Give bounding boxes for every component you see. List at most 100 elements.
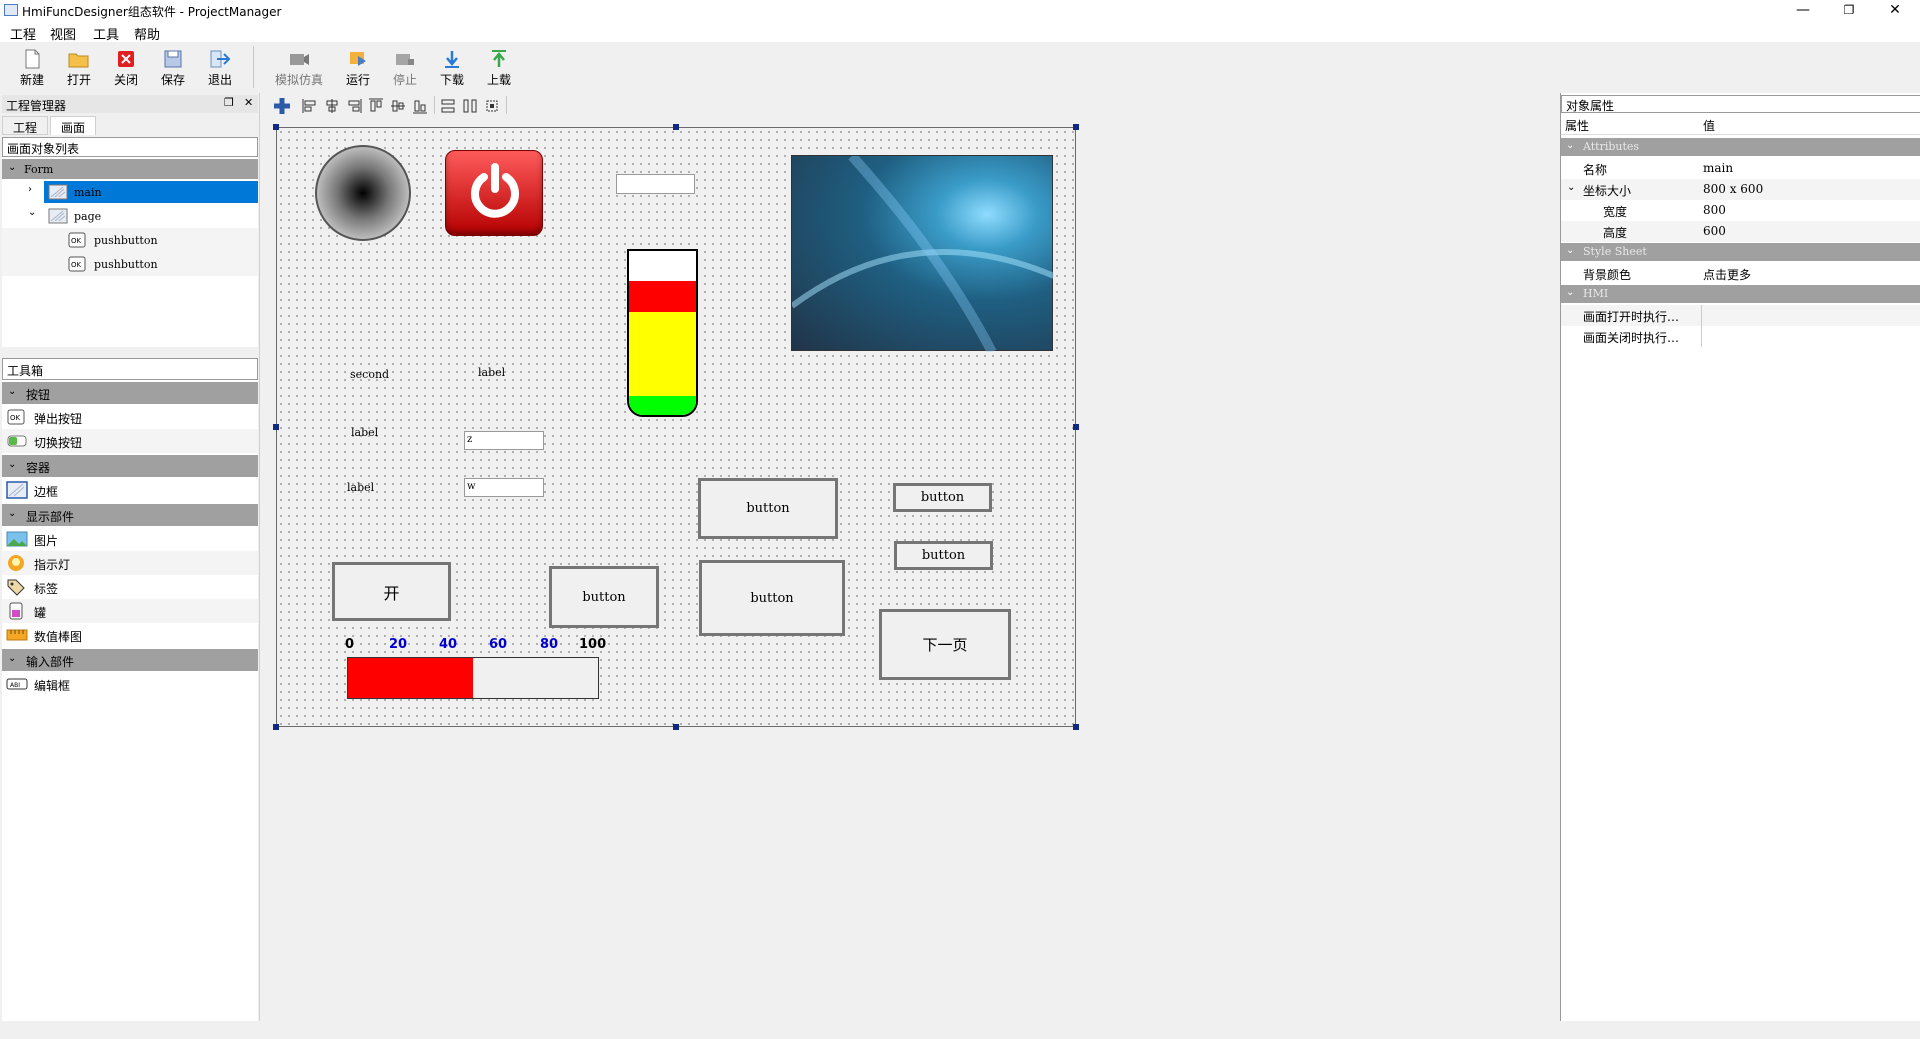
resize-handle[interactable]	[1073, 724, 1079, 730]
menu-project[interactable]: 工程	[10, 24, 36, 43]
prop-row-height[interactable]: 高度 600	[1561, 221, 1920, 242]
toolbox-section-containers[interactable]: ⌄ 容器	[2, 455, 258, 477]
toolbox-item-toggle-button[interactable]: 切换按钮	[2, 429, 258, 453]
item-label: 弹出按钮	[34, 412, 83, 426]
next-page-button[interactable]: 下一页	[879, 609, 1011, 680]
same-size-icon[interactable]	[484, 98, 500, 114]
bar-graph-widget[interactable]	[347, 657, 599, 699]
tree-item-pushbutton[interactable]: OK pushbutton	[2, 228, 258, 252]
group-stylesheet[interactable]: ⌄ Style Sheet	[1561, 243, 1920, 261]
prop-row-on-close[interactable]: 画面关闭时执行…	[1561, 326, 1920, 347]
align-left-icon[interactable]	[302, 98, 318, 114]
resize-handle[interactable]	[273, 424, 279, 430]
resize-handle[interactable]	[1073, 424, 1079, 430]
tree-item-label: pushbutton	[94, 258, 158, 271]
open-button[interactable]: 打开	[57, 46, 101, 92]
toolbox-item-edit-box[interactable]: ABI 编辑框	[2, 672, 258, 696]
tree-root-row[interactable]: ⌄ Form	[2, 159, 258, 179]
tab-screens[interactable]: 画面	[50, 116, 97, 135]
label-widget: label	[478, 366, 506, 379]
group-attributes[interactable]: ⌄ Attributes	[1561, 138, 1920, 156]
menu-tools[interactable]: 工具	[93, 24, 119, 43]
exit-button[interactable]: 退出	[198, 46, 242, 92]
toolbox-item-popup-button[interactable]: OK 弹出按钮	[2, 405, 258, 429]
prop-key: 名称	[1583, 163, 1608, 177]
layout-separator	[434, 96, 435, 114]
simulate-button[interactable]: 模拟仿真	[270, 46, 328, 92]
push-button[interactable]: button	[699, 560, 845, 636]
group-label: Style Sheet	[1583, 245, 1647, 258]
align-top-icon[interactable]	[368, 98, 384, 114]
open-switch-button[interactable]: 开	[332, 562, 451, 621]
edit-box-icon: ABI	[6, 678, 28, 690]
push-button[interactable]: button	[549, 566, 659, 628]
dock-close-icon[interactable]: ✕	[244, 96, 253, 109]
tree-item-main[interactable]: › main	[2, 180, 258, 204]
run-button[interactable]: 运行	[336, 46, 380, 92]
prop-row-bg-color[interactable]: 背景颜色 点击更多	[1561, 263, 1920, 284]
group-hmi[interactable]: ⌄ HMI	[1561, 285, 1920, 303]
text-field[interactable]	[616, 174, 695, 194]
ok-button-icon: OK	[7, 409, 25, 425]
toolbox-item-bar-graph[interactable]: 数值棒图	[2, 623, 258, 647]
resize-handle[interactable]	[1073, 124, 1079, 130]
prop-row-width[interactable]: 宽度 800	[1561, 200, 1920, 221]
simulate-label: 模拟仿真	[274, 73, 323, 87]
tree-item-page[interactable]: ⌄ page	[2, 204, 258, 228]
same-height-icon[interactable]	[462, 98, 478, 114]
align-right-icon[interactable]	[346, 98, 362, 114]
toolbox-item-tank[interactable]: 罐	[2, 599, 258, 623]
tree-item-pushbutton[interactable]: OK pushbutton	[2, 252, 258, 276]
prop-row-name[interactable]: 名称 main	[1561, 158, 1920, 179]
push-button[interactable]: button	[893, 483, 992, 512]
item-label: 标签	[34, 582, 59, 596]
tab-project[interactable]: 工程	[2, 116, 49, 135]
frame-icon	[48, 184, 68, 200]
picture-widget[interactable]	[791, 155, 1054, 352]
resize-handle[interactable]	[673, 124, 679, 130]
edit-z[interactable]: z	[464, 431, 544, 450]
prop-row-size[interactable]: ⌄ 坐标大小 800 x 600	[1561, 179, 1920, 200]
download-icon	[445, 51, 459, 68]
same-width-icon[interactable]	[440, 98, 456, 114]
tank-widget[interactable]	[627, 249, 698, 417]
resize-handle[interactable]	[673, 724, 679, 730]
toolbox-item-frame[interactable]: 边框	[2, 478, 258, 502]
tag-icon	[7, 579, 25, 596]
menu-view[interactable]: 视图	[50, 24, 76, 43]
new-button[interactable]: 新建	[10, 46, 54, 92]
align-center-icon[interactable]	[324, 98, 340, 114]
toolbox-section-input[interactable]: ⌄ 输入部件	[2, 649, 258, 671]
push-button[interactable]: button	[698, 478, 838, 539]
knob-gauge[interactable]	[315, 145, 411, 241]
close-project-button[interactable]: 关闭	[104, 46, 148, 92]
save-button[interactable]: 保存	[151, 46, 195, 92]
toolbox-item-picture[interactable]: 图片	[2, 527, 258, 551]
prop-key: 画面打开时执行…	[1583, 310, 1680, 324]
push-button[interactable]: button	[894, 541, 993, 570]
power-button[interactable]	[445, 150, 543, 236]
toolbox-section-buttons[interactable]: ⌄ 按钮	[2, 382, 258, 404]
float-icon[interactable]: ❐	[224, 96, 234, 109]
toolbox-section-display[interactable]: ⌄ 显示部件	[2, 504, 258, 526]
close-window-button[interactable]: ✕	[1872, 0, 1918, 22]
edit-w[interactable]: w	[464, 478, 544, 497]
design-canvas[interactable]: 100 75 50 25 0 second label label label …	[276, 127, 1076, 727]
close-icon	[118, 51, 134, 67]
align-middle-icon[interactable]	[390, 98, 406, 114]
maximize-button[interactable]: ❐	[1826, 0, 1872, 22]
resize-handle[interactable]	[273, 124, 279, 130]
minimize-button[interactable]: —	[1780, 0, 1826, 22]
align-bottom-icon[interactable]	[412, 98, 428, 114]
menu-help[interactable]: 帮助	[134, 24, 160, 43]
prop-value[interactable]: 点击更多	[1703, 266, 1751, 283]
download-button[interactable]: 下载	[430, 46, 474, 92]
add-icon[interactable]	[272, 96, 292, 116]
upload-button[interactable]: 上载	[477, 46, 521, 92]
stop-button[interactable]: 停止	[383, 46, 427, 92]
prop-row-on-open[interactable]: 画面打开时执行…	[1561, 305, 1920, 326]
toolbox-item-indicator[interactable]: 指示灯	[2, 551, 258, 575]
item-label: 切换按钮	[34, 436, 83, 450]
resize-handle[interactable]	[273, 724, 279, 730]
toolbox-item-label[interactable]: 标签	[2, 575, 258, 599]
